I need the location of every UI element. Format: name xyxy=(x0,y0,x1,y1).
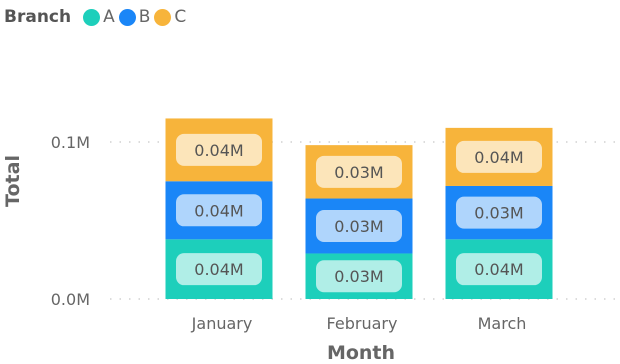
x-tick-label: February xyxy=(327,314,398,333)
data-label: 0.03M xyxy=(334,267,383,286)
y-axis-title: Total xyxy=(2,155,24,207)
stacked-bar-chart: 0.0M0.1M 0.04M0.04M0.04M0.03M0.03M0.03M0… xyxy=(2,118,618,364)
data-label: 0.04M xyxy=(194,141,243,160)
data-label: 0.03M xyxy=(334,217,383,236)
data-label: 0.04M xyxy=(474,260,523,279)
data-label: 0.04M xyxy=(194,260,243,279)
data-label: 0.04M xyxy=(194,201,243,220)
data-label: 0.04M xyxy=(474,148,523,167)
data-label: 0.03M xyxy=(474,204,523,223)
data-label: 0.03M xyxy=(334,163,383,182)
x-tick-label: March xyxy=(478,314,527,333)
y-tick-label: 0.0M xyxy=(51,290,90,309)
x-axis-ticks: January February March xyxy=(191,314,527,333)
y-tick-label: 0.1M xyxy=(51,133,90,152)
x-axis-title: Month xyxy=(327,342,395,364)
bars: 0.04M 0.04M 0.04M 0.03M 0.03M 0.03M 0.04M 0.03M… xyxy=(165,118,553,299)
y-axis-ticks: 0.0M 0.1M xyxy=(51,133,90,309)
x-tick-label: January xyxy=(191,314,253,333)
